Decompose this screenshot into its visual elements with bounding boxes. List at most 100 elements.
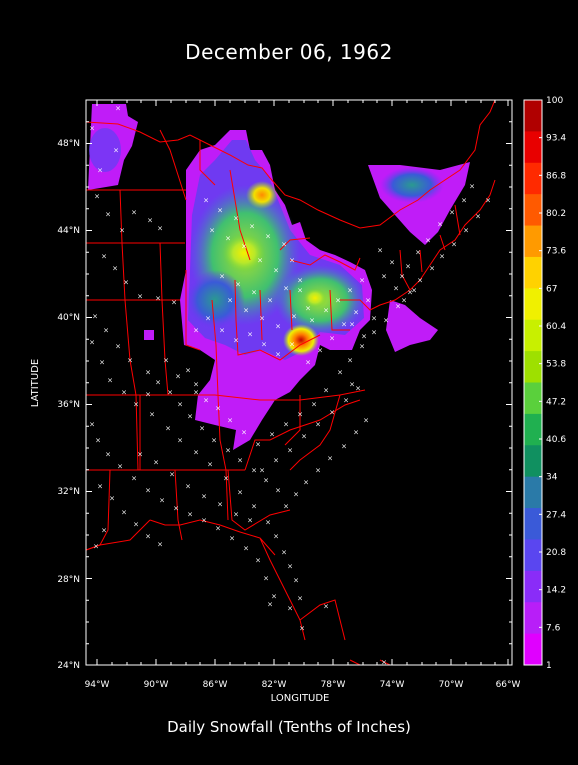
station-marker: × [105, 451, 111, 459]
station-marker: × [425, 237, 431, 245]
legend-label: 100 [546, 96, 563, 106]
legend-swatch [524, 351, 542, 383]
station-marker: × [393, 285, 399, 293]
station-marker: × [323, 307, 329, 315]
station-marker: × [341, 443, 347, 451]
station-marker: × [293, 491, 299, 499]
station-marker: × [251, 467, 257, 475]
lat-tick-label: 32°N [57, 487, 80, 497]
legend-swatch [524, 162, 542, 195]
station-marker: × [115, 105, 121, 113]
station-marker: × [263, 477, 269, 485]
station-marker: × [199, 425, 205, 433]
station-marker: × [371, 315, 377, 323]
station-marker: × [243, 545, 249, 553]
station-marker: × [251, 503, 257, 511]
lat-tick-label: 28°N [57, 575, 80, 585]
station-marker: × [157, 541, 163, 549]
legend-label: 47.2 [546, 397, 566, 407]
legend-swatch [524, 288, 542, 321]
station-marker: × [159, 497, 165, 505]
station-marker: × [411, 287, 417, 295]
station-marker: × [237, 457, 243, 465]
lat-tick-label: 36°N [57, 400, 80, 410]
lon-tick-label: 78°W [321, 680, 346, 690]
station-marker: × [157, 225, 163, 233]
lat-tick-label: 40°N [57, 313, 80, 323]
station-marker: × [261, 341, 267, 349]
station-marker: × [303, 479, 309, 487]
station-marker: × [309, 317, 315, 325]
station-marker: × [359, 343, 365, 351]
station-marker: × [329, 409, 335, 417]
station-marker: × [201, 493, 207, 501]
station-marker: × [149, 411, 155, 419]
lat-tick-label: 24°N [57, 661, 80, 671]
station-marker: × [155, 379, 161, 387]
legend-swatch [524, 413, 542, 446]
station-marker: × [217, 501, 223, 509]
legend-label: 80.2 [546, 209, 566, 219]
station-marker: × [267, 297, 273, 305]
station-marker: × [233, 215, 239, 223]
station-marker: × [287, 447, 293, 455]
station-marker: × [401, 297, 407, 305]
station-marker: × [305, 305, 311, 313]
station-marker: × [359, 277, 365, 285]
station-marker: × [175, 373, 181, 381]
legend-label: 1 [546, 661, 552, 671]
station-marker: × [275, 323, 281, 331]
snow-maine-core [380, 167, 444, 203]
station-marker: × [289, 257, 295, 265]
station-marker: × [377, 247, 383, 255]
station-marker: × [123, 279, 129, 287]
legend-swatch [524, 319, 542, 352]
station-marker: × [215, 525, 221, 533]
station-marker: × [475, 213, 481, 221]
station-marker: × [301, 433, 307, 441]
station-marker: × [269, 431, 275, 439]
lat-tick-label: 48°N [57, 139, 80, 149]
station-marker: × [101, 253, 107, 261]
station-marker: × [117, 463, 123, 471]
latitude-labels: 48°N 44°N 40°N 36°N 32°N 28°N 24°N [57, 139, 80, 671]
station-marker: × [131, 475, 137, 483]
legend-swatch [524, 476, 542, 509]
station-marker: × [461, 197, 467, 205]
station-marker: × [215, 405, 221, 413]
station-marker: × [305, 359, 311, 367]
lat-tick-label: 44°N [57, 226, 80, 236]
station-marker: × [395, 303, 401, 311]
station-marker: × [97, 483, 103, 491]
lon-tick-label: 86°W [203, 680, 228, 690]
legend-label: 27.4 [546, 510, 566, 520]
station-marker: × [209, 227, 215, 235]
station-marker: × [145, 369, 151, 377]
station-marker: × [223, 475, 229, 483]
station-marker: × [337, 369, 343, 377]
lon-tick-label: 66°W [496, 680, 521, 690]
y-axis-label: LATITUDE [30, 359, 41, 407]
station-marker: × [283, 503, 289, 511]
station-marker: × [463, 227, 469, 235]
legend-swatch [524, 602, 542, 635]
station-marker: × [177, 401, 183, 409]
station-marker: × [137, 451, 143, 459]
x-axis-label: LONGITUDE [271, 693, 330, 704]
legend-label: 60.4 [546, 322, 566, 332]
legend-swatch [524, 100, 542, 132]
legend-label: 7.6 [546, 623, 561, 633]
station-marker: × [323, 387, 329, 395]
station-marker: × [219, 273, 225, 281]
station-marker: × [217, 207, 223, 215]
legend-label: 14.2 [546, 586, 566, 596]
station-marker: × [297, 277, 303, 285]
station-marker: × [281, 549, 287, 557]
station-marker: × [259, 467, 265, 475]
station-marker: × [163, 357, 169, 365]
station-marker: × [187, 511, 193, 519]
station-marker: × [107, 377, 113, 385]
legend-swatch [524, 445, 542, 478]
station-marker: × [121, 389, 127, 397]
lon-tick-label: 90°W [144, 680, 169, 690]
